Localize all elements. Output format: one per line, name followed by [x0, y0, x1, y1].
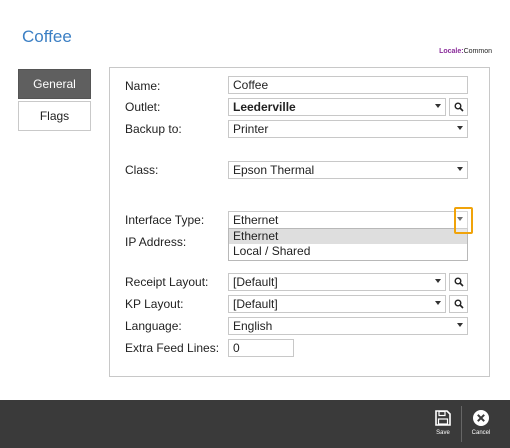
chevron-down-icon [435, 301, 441, 305]
cancel-button[interactable]: Cancel [469, 409, 493, 436]
name-label: Name: [125, 79, 161, 93]
class-value: Epson Thermal [233, 163, 315, 177]
backup-to-select[interactable]: Printer [228, 120, 468, 138]
kp-layout-label: KP Layout: [125, 297, 184, 311]
chevron-down-icon [435, 104, 441, 108]
extra-feed-lines-label: Extra Feed Lines: [125, 341, 220, 355]
ip-address-label: IP Address: [125, 235, 187, 249]
interface-type-value: Ethernet [233, 213, 279, 227]
chevron-down-icon [435, 279, 441, 283]
search-icon [454, 299, 464, 309]
language-value: English [233, 319, 273, 333]
language-label: Language: [125, 319, 182, 333]
dropdown-toggle-highlight[interactable] [454, 207, 473, 234]
class-select[interactable]: Epson Thermal [228, 161, 468, 179]
cancel-label: Cancel [471, 430, 491, 436]
search-icon [454, 102, 464, 112]
outlet-value: Leederville [233, 100, 296, 114]
receipt-layout-select[interactable]: [Default] [228, 273, 446, 291]
outlet-label: Outlet: [125, 100, 161, 114]
locale-label: Locale: [439, 48, 464, 55]
backup-to-label: Backup to: [125, 122, 182, 136]
backup-to-value: Printer [233, 122, 269, 136]
close-icon [473, 410, 489, 426]
receipt-layout-value: [Default] [233, 275, 278, 289]
dropdown-option-ethernet[interactable]: Ethernet [229, 229, 467, 244]
page-title: Coffee [22, 27, 72, 46]
extra-feed-lines-input[interactable]: 0 [228, 339, 294, 357]
tab-flags[interactable]: Flags [18, 101, 91, 131]
outlet-search-button[interactable] [449, 98, 468, 116]
locale-indicator: Locale:Common [439, 48, 492, 55]
outlet-select[interactable]: Leederville [228, 98, 446, 116]
chevron-down-icon [457, 126, 463, 130]
save-button[interactable]: Save [431, 409, 455, 436]
name-input[interactable]: Coffee [228, 76, 468, 94]
save-label: Save [436, 430, 450, 436]
class-label: Class: [125, 163, 159, 177]
chevron-down-icon [457, 323, 463, 327]
dropdown-option-local-shared[interactable]: Local / Shared [229, 244, 467, 259]
interface-type-select[interactable]: Ethernet [228, 211, 468, 229]
save-icon [435, 410, 451, 426]
interface-type-label: Interface Type: [125, 213, 205, 227]
interface-type-dropdown-list: Ethernet Local / Shared [228, 228, 468, 261]
receipt-layout-search-button[interactable] [449, 273, 468, 291]
kp-layout-select[interactable]: [Default] [228, 295, 446, 313]
footer-divider [461, 406, 462, 442]
kp-layout-search-button[interactable] [449, 295, 468, 313]
search-icon [454, 277, 464, 287]
kp-layout-value: [Default] [233, 297, 278, 311]
tab-general[interactable]: General [18, 69, 91, 99]
locale-value: Common [463, 48, 492, 55]
chevron-down-icon [457, 167, 463, 171]
receipt-layout-label: Receipt Layout: [125, 275, 209, 289]
language-select[interactable]: English [228, 317, 468, 335]
